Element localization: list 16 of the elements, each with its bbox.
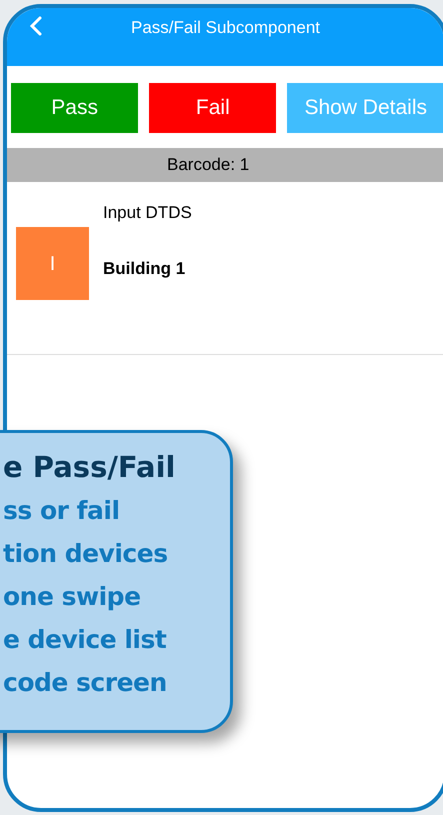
callout-line: ss or fail: [3, 495, 121, 527]
back-icon[interactable]: [29, 16, 43, 36]
device-location: Building 1: [103, 258, 186, 280]
header-title: Pass/Fail Subcomponent: [131, 17, 320, 39]
callout-line: e device list: [3, 624, 168, 656]
callout-line: one swipe: [3, 581, 142, 613]
barcode-label: Barcode: 1: [167, 154, 250, 176]
callout-title: e Pass/Fail: [3, 449, 176, 486]
device-type: Input DTDS: [103, 202, 192, 224]
callout-line: code screen: [3, 667, 168, 699]
fail-button[interactable]: Fail: [149, 83, 276, 133]
device-badge: I: [16, 227, 89, 300]
callout-line: tion devices: [3, 538, 169, 570]
pass-button[interactable]: Pass: [11, 83, 138, 133]
details-button[interactable]: Show Details: [287, 83, 443, 133]
device-row[interactable]: Input DTDS I Building 1: [7, 182, 443, 355]
